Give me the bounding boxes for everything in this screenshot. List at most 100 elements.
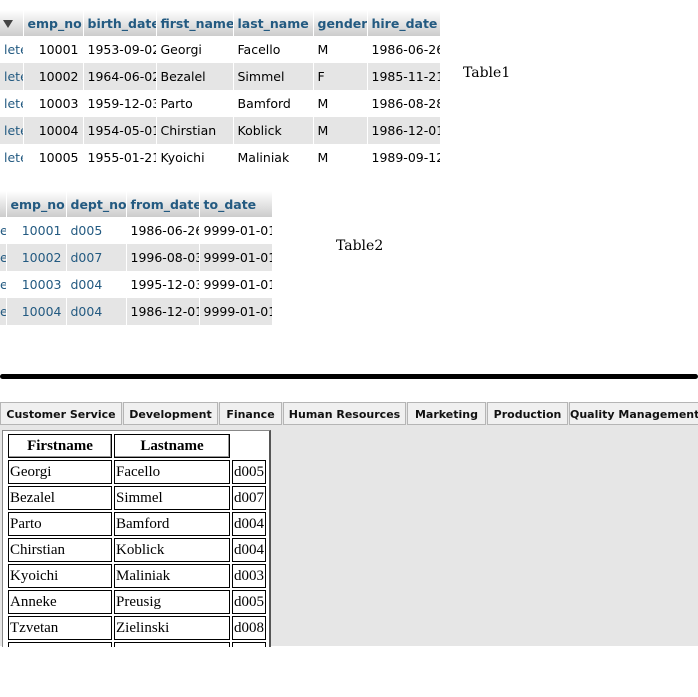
delete-link[interactable]: lete [0,144,24,171]
first-name-cell: Chirstian [156,117,234,144]
column-header-last-name[interactable]: last_name [233,10,314,36]
lastname-header: Lastname [114,434,230,458]
firstname-cell: Parto [8,512,112,536]
birth-date-cell: 1955-01-21 [83,144,157,171]
table1-header-row: emp_no birth_date first_name last_name g… [0,10,441,36]
table-row: e 10004 d004 1986-12-01 9999-01-01 [0,298,273,325]
dept-cell: d004 [232,512,266,536]
empty-cell [114,642,230,647]
from-date-cell: 1996-08-03 [126,244,200,271]
table-row: e 10001 d005 1986-06-26 9999-01-01 [0,217,273,244]
gender-cell: M [313,90,368,117]
grid-row: Parto Bamford d004 [8,512,266,536]
table-row-partial [0,171,441,175]
last-name-cell: Koblick [233,117,314,144]
grid-row: Georgi Facello d005 [8,460,266,484]
empty-cell [232,642,266,647]
table-row: e 10003 d004 1995-12-03 9999-01-01 [0,271,273,298]
column-header-from-date[interactable]: from_date [126,191,200,217]
hire-date-cell: 1986-06-26 [367,36,441,63]
table-row: lete100021964-06-02BezalelSimmelF1985-11… [0,63,441,90]
column-header-emp-no[interactable]: emp_no [23,10,84,36]
firstname-cell: Georgi [8,460,112,484]
empty-cell [313,171,368,175]
to-date-cell: 9999-01-01 [199,271,273,298]
column-header-first-name[interactable]: first_name [156,10,234,36]
hire-date-cell: 1985-11-21 [367,63,441,90]
employee-panel: Firstname Lastname Georgi Facello d005 Beza… [2,430,271,647]
column-header-hire-date[interactable]: hire_date [367,10,441,36]
firstname-cell: Chirstian [8,538,112,562]
firstname-cell: Tzvetan [8,616,112,640]
delete-link[interactable]: lete [0,117,24,144]
grid-row: Kyoichi Maliniak d003 [8,564,266,588]
dept-no-link[interactable]: d007 [66,244,127,271]
dept-cell: d003 [232,564,266,588]
empty-cell [8,642,112,647]
firstname-cell: Kyoichi [8,564,112,588]
lastname-cell: Bamford [114,512,230,536]
delete-link[interactable]: lete [0,90,24,117]
table-row: lete100051955-01-21KyoichiMaliniakM1989-… [0,144,441,171]
empty-cell [126,325,200,329]
emp-no-link[interactable]: 10002 [6,244,67,271]
table1: emp_no birth_date first_name last_name g… [0,10,441,175]
firstname-cell: Bezalel [8,486,112,510]
emp-no-cell: 10002 [23,63,84,90]
column-header-to-date[interactable]: to_date [199,191,273,217]
lastname-cell: Facello [114,460,230,484]
last-name-cell: Facello [233,36,314,63]
column-header-dept-no[interactable]: dept_no [66,191,127,217]
dept-no-link[interactable]: d004 [66,271,127,298]
dept-no-link[interactable]: d005 [66,217,127,244]
separator-line [0,374,698,379]
dept-cell: d005 [232,460,266,484]
last-name-cell: Bamford [233,90,314,117]
column-header-emp-no[interactable]: emp_no [6,191,67,217]
dept-no-link[interactable]: d004 [66,298,127,325]
lastname-cell: Maliniak [114,564,230,588]
from-date-cell: 1986-12-01 [126,298,200,325]
emp-no-cell: 10005 [23,144,84,171]
table2-caption: Table2 [336,238,384,254]
emp-no-link[interactable]: 10004 [6,298,67,325]
hire-date-cell: 1986-12-01 [367,117,441,144]
grid-row: Bezalel Simmel d007 [8,486,266,510]
to-date-cell: 9999-01-01 [199,298,273,325]
delete-link[interactable]: lete [0,36,24,63]
table-row: lete100031959-12-03PartoBamfordM1986-08-… [0,90,441,117]
grid-row: Anneke Preusig d005 [8,590,266,614]
sort-dropdown[interactable] [0,10,24,36]
grid-row: Chirstian Koblick d004 [8,538,266,562]
empty-cell [23,171,84,175]
tab-human-resources[interactable]: Human Resources [283,402,406,425]
from-date-cell: 1995-12-03 [126,271,200,298]
column-header-gender[interactable]: gender [313,10,368,36]
table-row: lete100041954-05-01ChirstianKoblickM1986… [0,117,441,144]
tab-development[interactable]: Development [123,402,218,425]
hire-date-cell: 1989-09-12 [367,144,441,171]
department-tabs: Customer Service Development Finance Human … [0,402,698,426]
delete-link[interactable]: lete [0,63,24,90]
firstname-header: Firstname [8,434,112,458]
employee-grid-header: Firstname Lastname [8,434,266,458]
tab-marketing[interactable]: Marketing [407,402,486,425]
tab-quality-management[interactable]: Quality Management [569,402,698,425]
emp-no-link[interactable]: 10003 [6,271,67,298]
lastname-cell: Preusig [114,590,230,614]
to-date-cell: 9999-01-01 [199,244,273,271]
tab-finance[interactable]: Finance [219,402,282,425]
emp-no-cell: 10004 [23,117,84,144]
tab-customer-service[interactable]: Customer Service [0,402,122,425]
dept-cell: d004 [232,538,266,562]
empty-cell [0,171,24,175]
grid-row-partial [8,642,266,647]
last-name-cell: Simmel [233,63,314,90]
table-row: e 10002 d007 1996-08-03 9999-01-01 [0,244,273,271]
dept-cell: d008 [232,616,266,640]
emp-no-link[interactable]: 10001 [6,217,67,244]
column-header-birth-date[interactable]: birth_date [83,10,157,36]
to-date-cell: 9999-01-01 [199,217,273,244]
first-name-cell: Kyoichi [156,144,234,171]
tab-production[interactable]: Production [487,402,568,425]
